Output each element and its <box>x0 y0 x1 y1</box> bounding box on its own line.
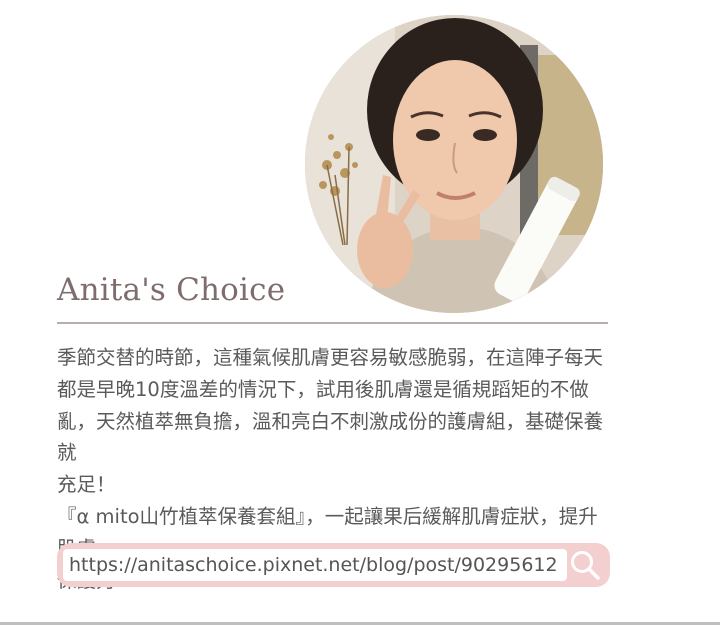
search-bar <box>57 543 610 587</box>
author-avatar-photo <box>305 15 603 313</box>
description-line: 都是早晚10度溫差的情況下，試用後肌膚還是循規蹈矩的不做 <box>57 377 589 401</box>
description-line: 季節交替的時節，這種氣候肌膚更容易敏感脆弱，在這陣子每天 <box>57 346 604 369</box>
description-line: 亂，天然植萃無負擔，溫和亮白不刺激成份的護膚組，基礎保養就 <box>57 409 604 465</box>
search-icon[interactable] <box>568 548 602 582</box>
title-divider <box>57 322 608 324</box>
blog-author-card: Anita's Choice 季節交替的時節，這種氣候肌膚更容易敏感脆弱，在這陣… <box>0 0 720 625</box>
description-line: 充足！ <box>57 473 116 497</box>
blog-title: Anita's Choice <box>57 272 286 308</box>
url-search-input[interactable] <box>63 549 567 581</box>
